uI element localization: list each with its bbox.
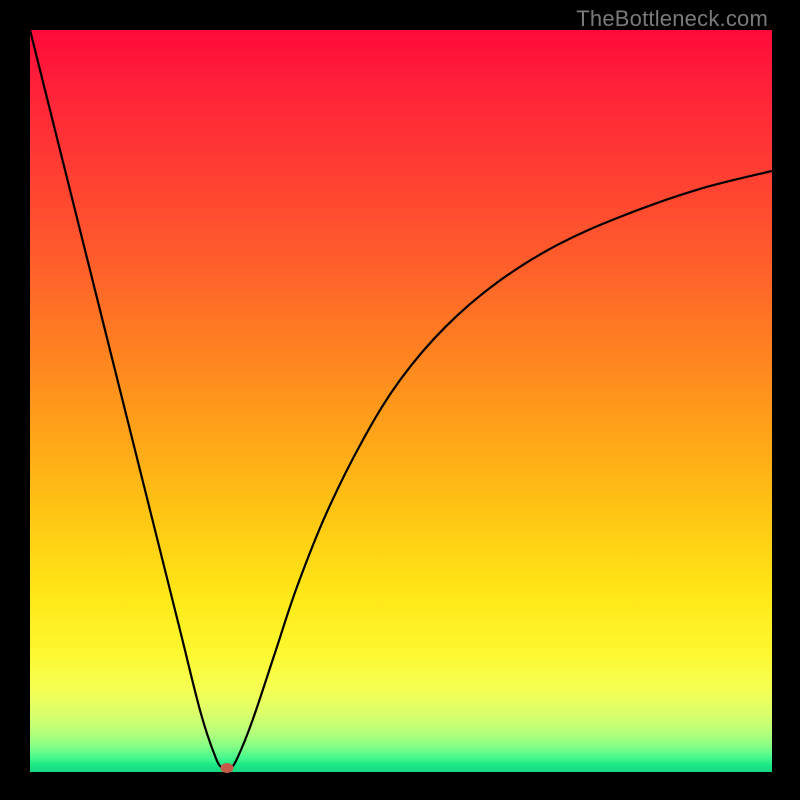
chart-frame: TheBottleneck.com: [0, 0, 800, 800]
watermark-text: TheBottleneck.com: [576, 6, 768, 32]
plot-area: [30, 30, 772, 772]
minimum-marker: [220, 763, 233, 773]
bottleneck-curve: [30, 30, 772, 772]
